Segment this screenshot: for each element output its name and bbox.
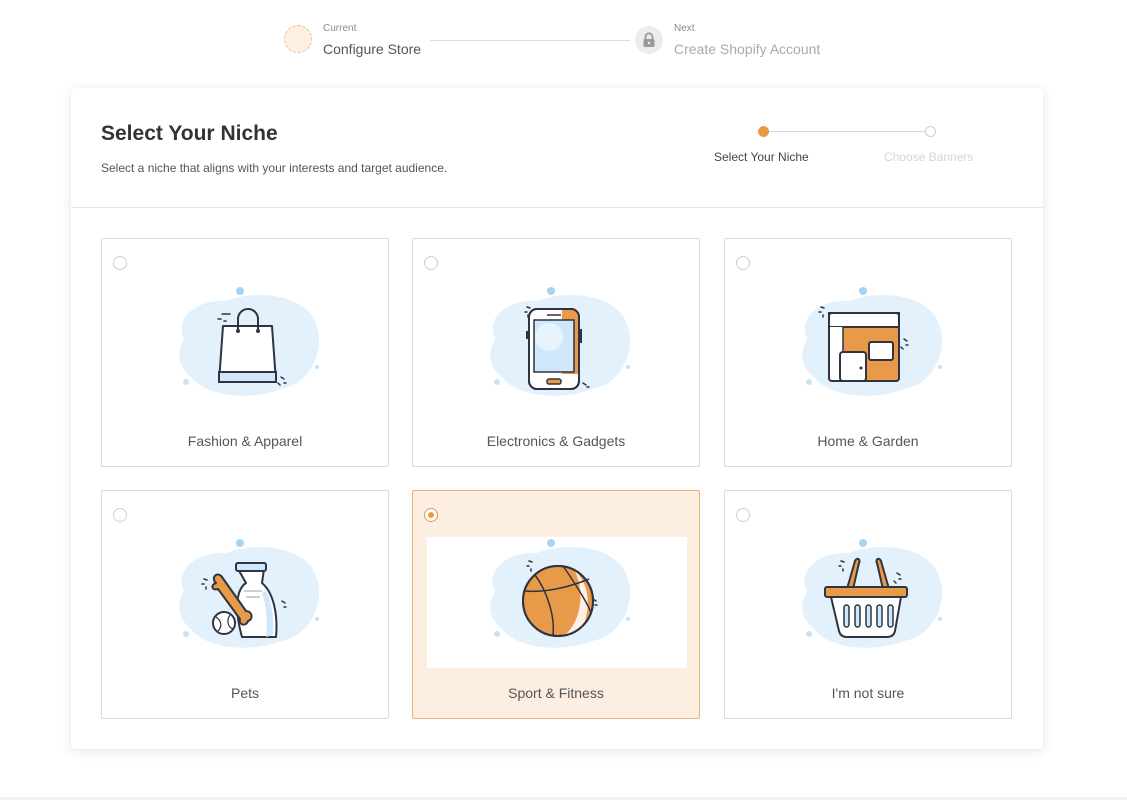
shopping-bag-icon	[179, 287, 320, 396]
niche-label: Fashion & Apparel	[187, 433, 303, 449]
niche-label: Electronics & Gadgets	[486, 433, 626, 449]
niche-option-pets[interactable]: Pets	[101, 490, 389, 719]
niche-radio[interactable]	[736, 256, 750, 270]
niche-selection-card: Select Your Niche Select a niche that al…	[71, 88, 1043, 749]
niche-radio[interactable]	[113, 256, 127, 270]
niche-radio[interactable]	[113, 508, 127, 522]
sub-step-choose-banners: Choose Banners	[884, 150, 974, 164]
niche-label: Pets	[230, 685, 259, 701]
sub-step-inactive-dot	[925, 126, 936, 137]
next-step-caption: Next	[674, 23, 695, 34]
niche-radio[interactable]	[424, 256, 438, 270]
niche-label: Sport & Fitness	[508, 685, 604, 701]
basketball-icon	[490, 539, 631, 648]
sub-step-connector	[769, 131, 925, 132]
niche-label: I'm not sure	[831, 685, 905, 701]
niche-radio-selected[interactable]	[424, 508, 438, 522]
niche-option-sport-fitness[interactable]: Sport & Fitness	[412, 490, 700, 719]
card-header: Select Your Niche Select a niche that al…	[71, 88, 1043, 208]
next-step-label: Create Shopify Account	[674, 41, 821, 57]
niche-option-home-garden[interactable]: Home & Garden	[724, 238, 1012, 467]
niche-radio[interactable]	[736, 508, 750, 522]
smartphone-icon	[490, 287, 631, 396]
lock-icon	[635, 26, 663, 54]
niche-label: Home & Garden	[817, 433, 919, 449]
sub-step-select-niche: Select Your Niche	[714, 150, 809, 164]
niche-option-fashion[interactable]: Fashion & Apparel	[101, 238, 389, 467]
basket-icon	[802, 539, 943, 648]
niche-option-electronics[interactable]: Electronics & Gadgets	[412, 238, 700, 467]
top-progress-steps: Current Configure Store Next Create Shop…	[0, 0, 1127, 80]
page-title: Select Your Niche	[101, 122, 278, 145]
house-icon	[802, 287, 943, 396]
niche-option-not-sure[interactable]: I'm not sure	[724, 490, 1012, 719]
current-step-label: Configure Store	[323, 41, 422, 57]
pet-food-bag-icon	[179, 539, 320, 648]
current-step-indicator	[284, 25, 312, 53]
sub-step-active-dot	[758, 126, 769, 137]
current-step-caption: Current	[323, 23, 357, 34]
step-connector	[430, 40, 630, 41]
page-subtitle: Select a niche that aligns with your int…	[101, 161, 448, 175]
